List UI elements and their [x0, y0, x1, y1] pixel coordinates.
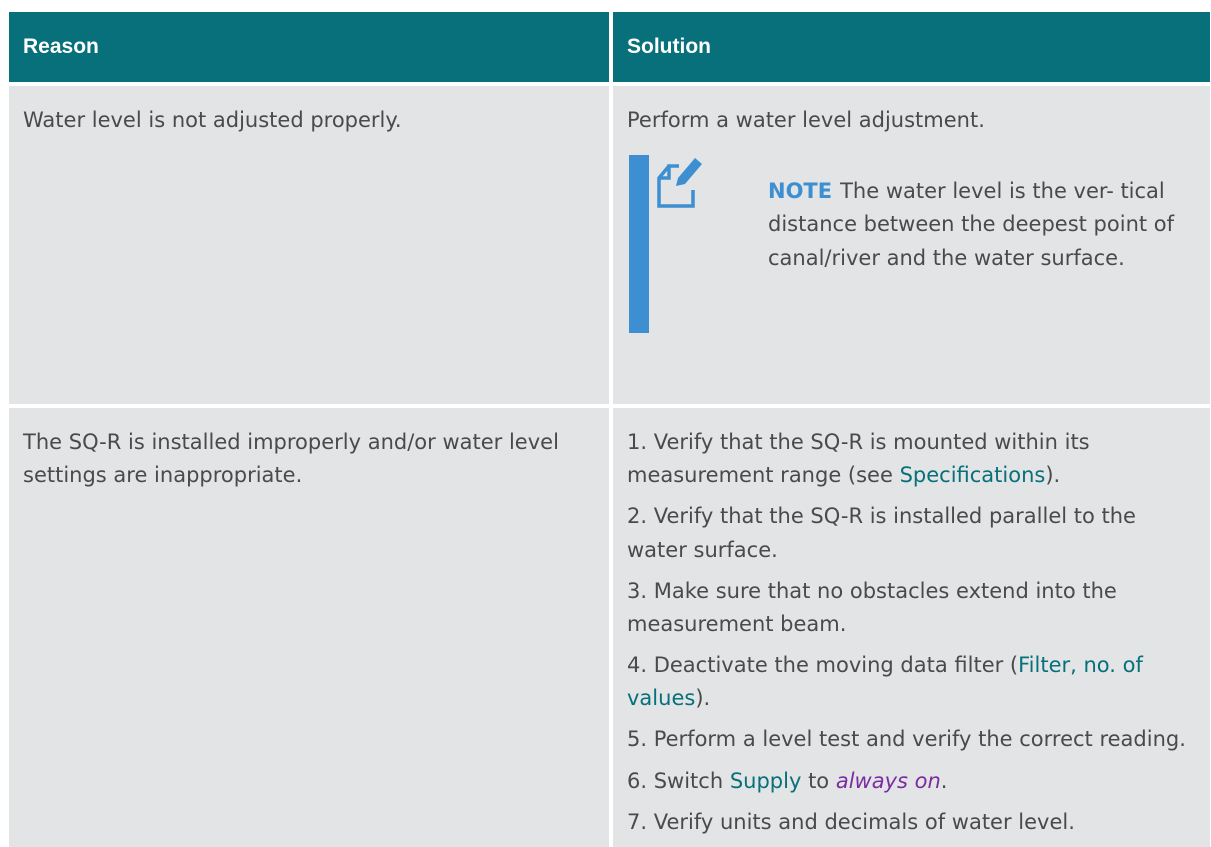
reason-cell: Water level is not adjusted properly. — [9, 86, 609, 404]
solution-step-6: 6. Switch Supply to always on. — [627, 765, 1196, 798]
step-text: 3. Make sure that no obstacles extend in… — [627, 578, 1117, 636]
solution-step-2: 2. Verify that the SQ-R is installed par… — [627, 500, 1196, 566]
step-text: 2. Verify that the SQ-R is installed par… — [627, 504, 1136, 562]
solution-text: Perform a water level adjustment. — [627, 108, 985, 132]
reason-cell: The SQ-R is installed improperly and/or … — [9, 408, 609, 847]
note-box: NOTE The water level is the ver- tical di… — [627, 152, 1196, 334]
step-text: 5. Perform a level test and verify the c… — [627, 727, 1186, 752]
step-text: to — [801, 768, 836, 793]
solution-step-7: 7. Verify units and decimals of water le… — [627, 806, 1196, 839]
note-accent-bar — [629, 155, 649, 334]
supply-link[interactable]: Supply — [730, 769, 802, 793]
solution-step-1: 1. Verify that the SQ-R is mounted withi… — [627, 426, 1196, 492]
step-text: 4. Deactivate the moving data filter ( — [627, 653, 1019, 678]
step-text: 7. Verify units and decimals of water le… — [627, 809, 1075, 834]
reason-text: The SQ-R is installed improperly and/or … — [23, 430, 559, 488]
header-solution: Solution — [613, 12, 1210, 82]
step-text: ). — [695, 686, 711, 711]
table-header-row: Reason Solution — [9, 12, 1210, 82]
solution-step-5: 5. Perform a level test and verify the c… — [627, 723, 1196, 756]
solution-cell: Perform a water level adjustment. NOTE Th… — [613, 86, 1210, 404]
note-edit-icon — [655, 152, 707, 208]
solution-step-3: 3. Make sure that no obstacles extend in… — [627, 575, 1196, 641]
solution-cell: 1. Verify that the SQ-R is mounted withi… — [613, 408, 1210, 847]
always-on-value: always on — [835, 768, 941, 793]
troubleshooting-table: Reason Solution Water level is not adjus… — [9, 12, 1210, 847]
solution-step-4: 4. Deactivate the moving data filter (Fi… — [627, 649, 1196, 715]
step-text: ). — [1045, 463, 1061, 488]
header-reason: Reason — [9, 12, 609, 82]
step-text: . — [940, 768, 948, 793]
note-text: NOTE The water level is the ver- tical di… — [768, 175, 1188, 275]
table-row: Water level is not adjusted properly. Pe… — [9, 86, 1210, 404]
reason-text: Water level is not adjusted properly. — [23, 108, 402, 132]
specifications-link[interactable]: Specifications — [900, 463, 1046, 487]
table-row: The SQ-R is installed improperly and/or … — [9, 408, 1210, 847]
note-label: NOTE — [768, 179, 833, 204]
step-text: 6. Switch — [627, 768, 730, 793]
